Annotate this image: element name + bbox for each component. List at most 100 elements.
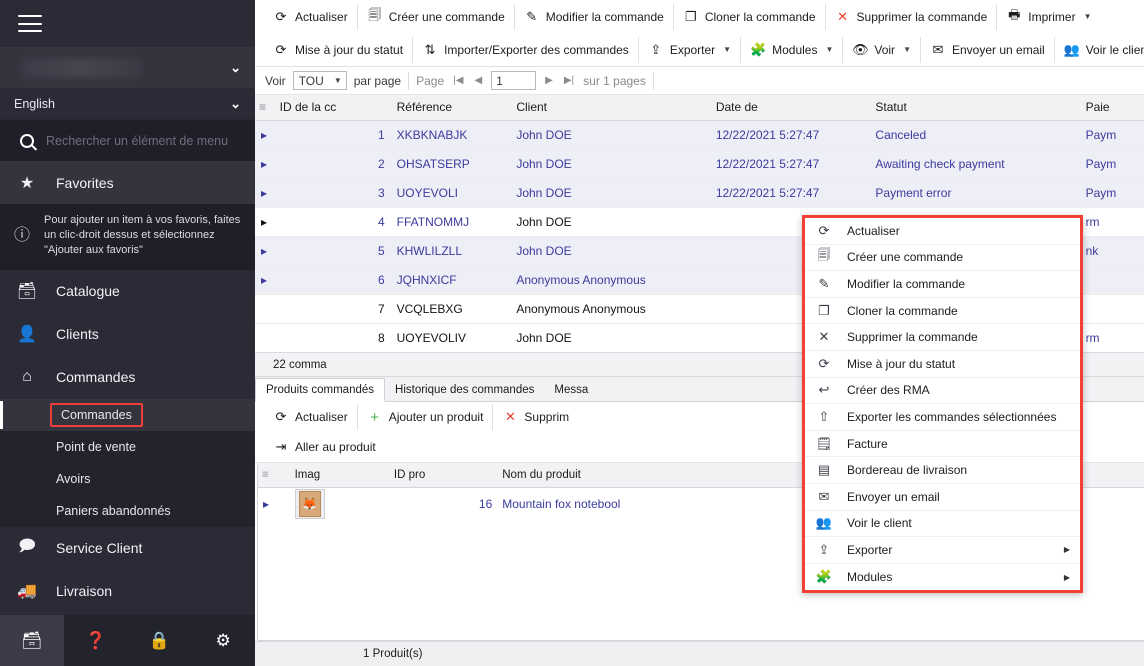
grid-menu-icon[interactable]: ≡ [255,95,274,121]
goto-product-button[interactable]: ⇥ Aller au produit [264,434,385,460]
context-menu-item-exporter-les-commandes-selectionnees[interactable]: ⇧ Exporter les commandes sélectionnées [805,404,1080,431]
per-page-select[interactable]: TOU ▼ [292,71,347,90]
column-header-statut[interactable]: Statut [869,95,1080,121]
chevron-down-icon: ▼ [333,76,342,85]
sidebar-item-clients[interactable]: 👤 Clients [0,313,255,356]
context-menu-item-bordereau-de-livraison[interactable]: ▤ Bordereau de livraison [805,457,1080,484]
create-order-button[interactable]: 🗐 Créer une commande [358,3,515,30]
sidebar-item-catalogue[interactable]: 🗃 Catalogue [0,270,255,313]
row-expander[interactable]: ▸ [255,178,274,208]
row-expander[interactable]: ▸ [255,149,274,179]
context-menu-item-creer-une-commande[interactable]: 🗐 Créer une commande [805,245,1080,272]
table-row[interactable]: ▸ 1 XKBKNABJK John DOE 12/22/2021 5:27:4… [255,120,1144,150]
modules-button[interactable]: 🧩 Modules ▼ [741,36,844,63]
row-expander[interactable]: ▸ [258,487,290,521]
sidebar-subitem-commandes[interactable]: Commandes [0,398,255,431]
shop-selector[interactable]: ⌄ [0,47,255,88]
sidebar-item-livraison[interactable]: 🚚 Livraison [0,570,255,613]
button-label: Modifier la commande [545,9,664,24]
table-row[interactable]: ▸ 2 OHSATSERP John DOE 12/22/2021 5:27:4… [255,149,1144,179]
products-count-label: 1 Produit(s) [363,648,423,660]
export-button[interactable]: ⇪ Exporter ▼ [639,36,742,63]
sidebar-subitem-label: Point de vente [56,439,136,454]
context-menu-item-supprimer-la-commande[interactable]: ✕ Supprimer la commande [805,324,1080,351]
cell-id: 2 [273,149,391,179]
update-status-button[interactable]: ⟳ Mise à jour du statut [264,36,414,63]
row-expander[interactable]: ▸ [255,207,274,237]
context-menu-item-mise-a-jour-du-statut[interactable]: ⟳ Mise à jour du statut [805,351,1080,378]
button-label: Exporter [669,42,716,57]
add-product-button[interactable]: + Ajouter un produit [358,404,494,430]
menu-search[interactable]: Rechercher un élément de menu [0,119,255,161]
tab-messages[interactable]: Messa [544,379,598,401]
delete-product-button[interactable]: ✕ Supprim [493,404,578,430]
divider [652,71,654,90]
column-header-paiement[interactable]: Paie [1079,95,1144,121]
table-row[interactable]: ▸ 3 UOYEVOLI John DOE 12/22/2021 5:27:47… [255,178,1144,208]
sidebar-subitem-point-de-vente[interactable]: Point de vente [0,430,255,463]
clone-order-button[interactable]: ❐ Cloner la commande [674,3,826,30]
context-menu-item-voir-le-client[interactable]: 👥 Voir le client [805,511,1080,538]
cell-client: John DOE [510,323,710,353]
sidebar-item-commandes[interactable]: ⌂ Commandes [0,356,255,399]
row-expander[interactable]: ▸ [255,120,274,150]
context-menu-item-modifier-la-commande[interactable]: ✎ Modifier la commande [805,271,1080,298]
row-expander[interactable]: ▸ [255,265,274,295]
sidebar-item-label: Service Client [56,540,143,557]
next-page-button[interactable]: ▶ [543,75,555,86]
send-email-button[interactable]: ✉ Envoyer un email [921,36,1055,63]
truck-icon: 🚚 [17,583,37,601]
edit-order-button[interactable]: ✎ Modifier la commande [515,3,674,30]
view-customer-button[interactable]: 👥 Voir le client [1055,37,1144,63]
last-page-button[interactable]: ▶| [562,75,576,86]
cell-paiement: rm [1079,323,1144,353]
column-header-date[interactable]: Date de [709,95,870,121]
goto-icon: ⇥ [275,439,287,454]
tab-historique-des-commandes[interactable]: Historique des commandes [385,379,544,401]
eye-icon: 👁 [852,41,869,57]
menu-item-label: Créer une commande [847,250,964,265]
help-icon[interactable]: ❓ [64,615,128,666]
sidebar-item-service-client[interactable]: 🗩 Service Client [0,527,255,570]
column-header-reference[interactable]: Référence [390,95,511,121]
menu-item-label: Actualiser [847,223,900,238]
context-menu-item-facture[interactable]: 🗒 Facture [805,431,1080,458]
view-button[interactable]: 👁 Voir ▼ [843,36,921,63]
context-menu-item-exporter[interactable]: ⇪ Exporter ▶ [805,537,1080,564]
details-refresh-button[interactable]: ⟳ Actualiser [264,404,358,430]
column-header-id[interactable]: ID de la cc [273,95,391,121]
refresh-button[interactable]: ⟳ Actualiser [264,3,358,30]
context-menu-item-cloner-la-commande[interactable]: ❐ Cloner la commande [805,298,1080,325]
context-menu-item-modules[interactable]: 🧩 Modules ▶ [805,564,1080,591]
delete-order-button[interactable]: ✕ Supprimer la commande [826,3,998,30]
row-expander[interactable]: ▸ [255,236,274,266]
context-menu-item-creer-des-rma[interactable]: ↩ Créer des RMA [805,378,1080,405]
sidebar-item-label: Commandes [56,369,136,386]
import-export-orders-button[interactable]: ⇅ Importer/Exporter des commandes [413,36,639,63]
person-icon: 👤 [17,326,37,344]
sidebar-subitem-avoirs[interactable]: Avoirs [0,462,255,495]
orders-count-label: 22 comma [273,358,327,371]
sidebar-item-favorites[interactable]: ★ Favorites [0,161,255,204]
menu-item-label: Modifier la commande [847,276,966,291]
context-menu-item-actualiser[interactable]: ⟳ Actualiser [805,218,1080,245]
lock-icon[interactable]: 🔒 [128,615,192,666]
sidebar-subitem-paniers-abandonnes[interactable]: Paniers abandonnés [0,494,255,527]
first-page-button[interactable]: |◀ [451,75,465,86]
print-button[interactable]: 🖶 Imprimer ▼ [997,4,1100,30]
context-menu-item-envoyer-un-email[interactable]: ✉ Envoyer un email [805,484,1080,511]
page-number-input[interactable]: 1 [491,71,537,90]
cell-id: 1 [273,120,391,150]
menu-item-label: Bordereau de livraison [847,463,968,478]
grid-menu-icon[interactable]: ≡ [258,463,290,488]
column-header-product-id[interactable]: ID pro [388,463,498,488]
inbox-icon[interactable]: 🗃 [0,615,64,666]
language-selector[interactable]: English ⌄ [0,88,255,119]
tab-produits-commandes[interactable]: Produits commandés [255,378,386,402]
sidebar-toggle[interactable] [0,0,255,47]
gear-icon[interactable]: ⚙ [191,615,255,666]
column-header-image[interactable]: Imag [289,463,389,488]
column-header-client[interactable]: Client [510,95,710,121]
prev-page-button[interactable]: ◀ [472,75,484,86]
chevron-right-icon: ▶ [1063,572,1070,582]
